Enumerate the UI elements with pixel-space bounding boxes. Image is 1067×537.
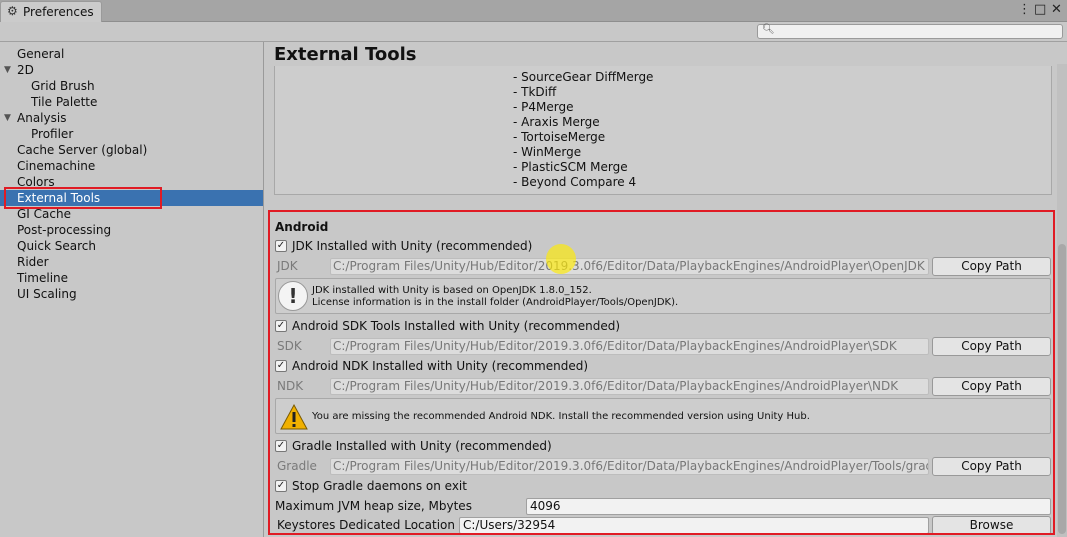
expand-triangle-icon[interactable]: ▼ (4, 110, 11, 126)
main-panel: External Tools - SourceGear DiffMerge - … (265, 42, 1067, 537)
list-item: - PlasticSCM Merge (513, 160, 628, 174)
vertical-scrollbar[interactable] (1057, 64, 1067, 537)
search-input[interactable]: 🔍︎ (757, 24, 1063, 39)
sidebar-item-label: Timeline (17, 271, 69, 285)
search-icon: 🔍︎ (762, 24, 775, 35)
sidebar-item-general[interactable]: General (0, 46, 263, 62)
sidebar-item-label: Post-processing (17, 223, 112, 237)
close-icon[interactable]: ✕ (1051, 2, 1062, 17)
sidebar-item-quick-search[interactable]: Quick Search (0, 238, 263, 254)
sidebar-item-analysis[interactable]: ▼ Analysis (0, 110, 263, 126)
list-item: - P4Merge (513, 100, 574, 114)
maximize-icon[interactable]: □ (1034, 2, 1046, 17)
sidebar-item-cinemachine[interactable]: Cinemachine (0, 158, 263, 174)
title-bar: ⚙ Preferences ⋮ □ ✕ (0, 0, 1067, 22)
selection-highlight-box (4, 187, 162, 209)
sidebar-item-label: Cache Server (global) (17, 143, 148, 157)
sidebar-item-grid-brush[interactable]: Grid Brush (0, 78, 263, 94)
list-item: - TkDiff (513, 85, 557, 99)
sidebar-item-label: Analysis (17, 111, 67, 125)
list-item: - WinMerge (513, 145, 582, 159)
sidebar-item-label: Cinemachine (17, 159, 96, 173)
sidebar-item-post-processing[interactable]: Post-processing (0, 222, 263, 238)
list-item: - Araxis Merge (513, 115, 600, 129)
sidebar-item-label: Rider (17, 255, 49, 269)
sidebar-item-ui-scaling[interactable]: UI Scaling (0, 286, 263, 302)
expand-triangle-icon[interactable]: ▼ (4, 62, 11, 78)
list-item: - SourceGear DiffMerge (513, 70, 654, 84)
tab-label: Preferences (23, 5, 94, 19)
sidebar-item-2d[interactable]: ▼ 2D (0, 62, 263, 78)
sidebar: General ▼ 2D Grid Brush Tile Palette ▼ Ana… (0, 42, 264, 537)
cursor-highlight (546, 244, 576, 274)
more-options-icon[interactable]: ⋮ (1018, 2, 1031, 17)
sidebar-item-label: Profiler (31, 127, 74, 141)
diff-tools-help-box: - SourceGear DiffMerge - TkDiff - P4Merg… (274, 66, 1052, 195)
sidebar-item-rider[interactable]: Rider (0, 254, 263, 270)
list-item: - TortoiseMerge (513, 130, 606, 144)
sidebar-item-cache-server[interactable]: Cache Server (global) (0, 142, 263, 158)
gear-icon: ⚙ (7, 4, 18, 18)
sidebar-item-profiler[interactable]: Profiler (0, 126, 263, 142)
scrollbar-thumb[interactable] (1058, 244, 1066, 534)
preferences-tab[interactable]: ⚙ Preferences (0, 1, 102, 22)
page-title: External Tools (274, 44, 417, 65)
sidebar-item-label: Grid Brush (31, 79, 95, 93)
sidebar-item-label: Tile Palette (31, 95, 98, 109)
sidebar-item-label: 2D (17, 63, 34, 77)
toolbar: 🔍︎ (0, 22, 1067, 42)
list-item: - Beyond Compare 4 (513, 175, 637, 189)
sidebar-item-tile-palette[interactable]: Tile Palette (0, 94, 263, 110)
sidebar-item-label: UI Scaling (17, 287, 77, 301)
android-highlight-box (268, 210, 1055, 535)
sidebar-item-label: Quick Search (17, 239, 96, 253)
sidebar-item-timeline[interactable]: Timeline (0, 270, 263, 286)
sidebar-item-label: General (17, 47, 65, 61)
